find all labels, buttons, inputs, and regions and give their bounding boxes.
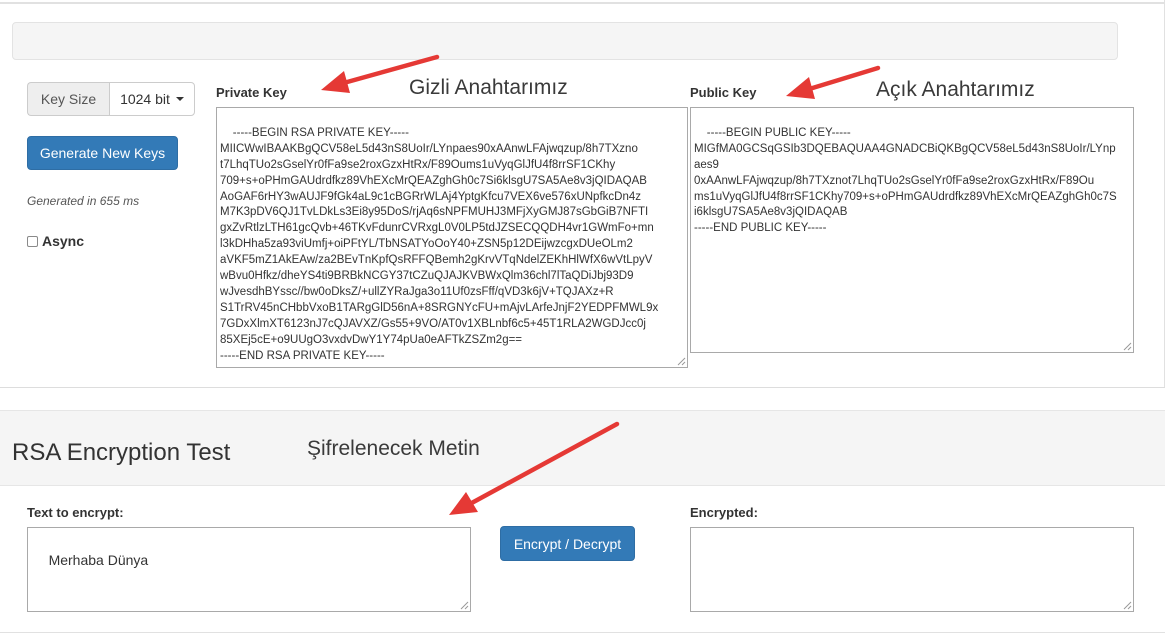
async-option[interactable]: Async xyxy=(27,233,84,249)
encrypt-decrypt-button[interactable]: Encrypt / Decrypt xyxy=(500,526,635,561)
public-key-label: Public Key xyxy=(690,85,757,100)
private-key-label: Private Key xyxy=(216,85,287,100)
annotation-arrow-icon xyxy=(786,65,881,99)
public-key-value: -----BEGIN PUBLIC KEY----- MIGfMA0GCSqGS… xyxy=(694,126,1117,235)
bottom-divider xyxy=(0,632,1165,633)
caret-down-icon xyxy=(175,97,184,101)
encryption-section-title: RSA Encryption Test xyxy=(12,439,231,466)
top-divider xyxy=(0,2,1165,4)
private-key-textarea[interactable]: -----BEGIN RSA PRIVATE KEY----- MIICWwIB… xyxy=(216,107,688,368)
async-checkbox[interactable] xyxy=(27,235,38,247)
text-to-encrypt-value: Merhaba Dünya xyxy=(48,552,149,568)
resize-grip-icon[interactable] xyxy=(1122,341,1132,351)
public-key-textarea[interactable]: -----BEGIN PUBLIC KEY----- MIGfMA0GCSqGS… xyxy=(690,107,1134,353)
key-size-label: Key Size xyxy=(27,82,109,116)
public-key-annotation: Açık Anahtarımız xyxy=(876,78,1035,101)
text-to-encrypt-textarea[interactable]: Merhaba Dünya xyxy=(27,527,471,612)
private-key-value: -----BEGIN RSA PRIVATE KEY----- MIICWwIB… xyxy=(220,126,659,362)
resize-grip-icon[interactable] xyxy=(676,356,686,366)
resize-grip-icon[interactable] xyxy=(1122,600,1132,610)
rsa-keygen-page: Key Size 1024 bit Generate New Keys Gene… xyxy=(0,0,1165,638)
text-annotation: Şifrelenecek Metin xyxy=(307,437,480,460)
text-to-encrypt-label: Text to encrypt: xyxy=(27,505,124,520)
top-panel xyxy=(12,22,1118,60)
generate-new-keys-button[interactable]: Generate New Keys xyxy=(27,136,178,170)
encrypted-textarea[interactable] xyxy=(690,527,1134,612)
key-size-value: 1024 bit xyxy=(120,91,170,107)
key-size-dropdown[interactable]: 1024 bit xyxy=(109,82,195,116)
encrypted-label: Encrypted: xyxy=(690,505,758,520)
private-key-annotation: Gizli Anahtarımız xyxy=(409,76,568,99)
async-label: Async xyxy=(42,233,85,249)
section-divider xyxy=(0,387,1165,388)
key-size-group: Key Size 1024 bit xyxy=(27,82,195,116)
resize-grip-icon[interactable] xyxy=(459,600,469,610)
generation-time-text: Generated in 655 ms xyxy=(27,194,140,208)
